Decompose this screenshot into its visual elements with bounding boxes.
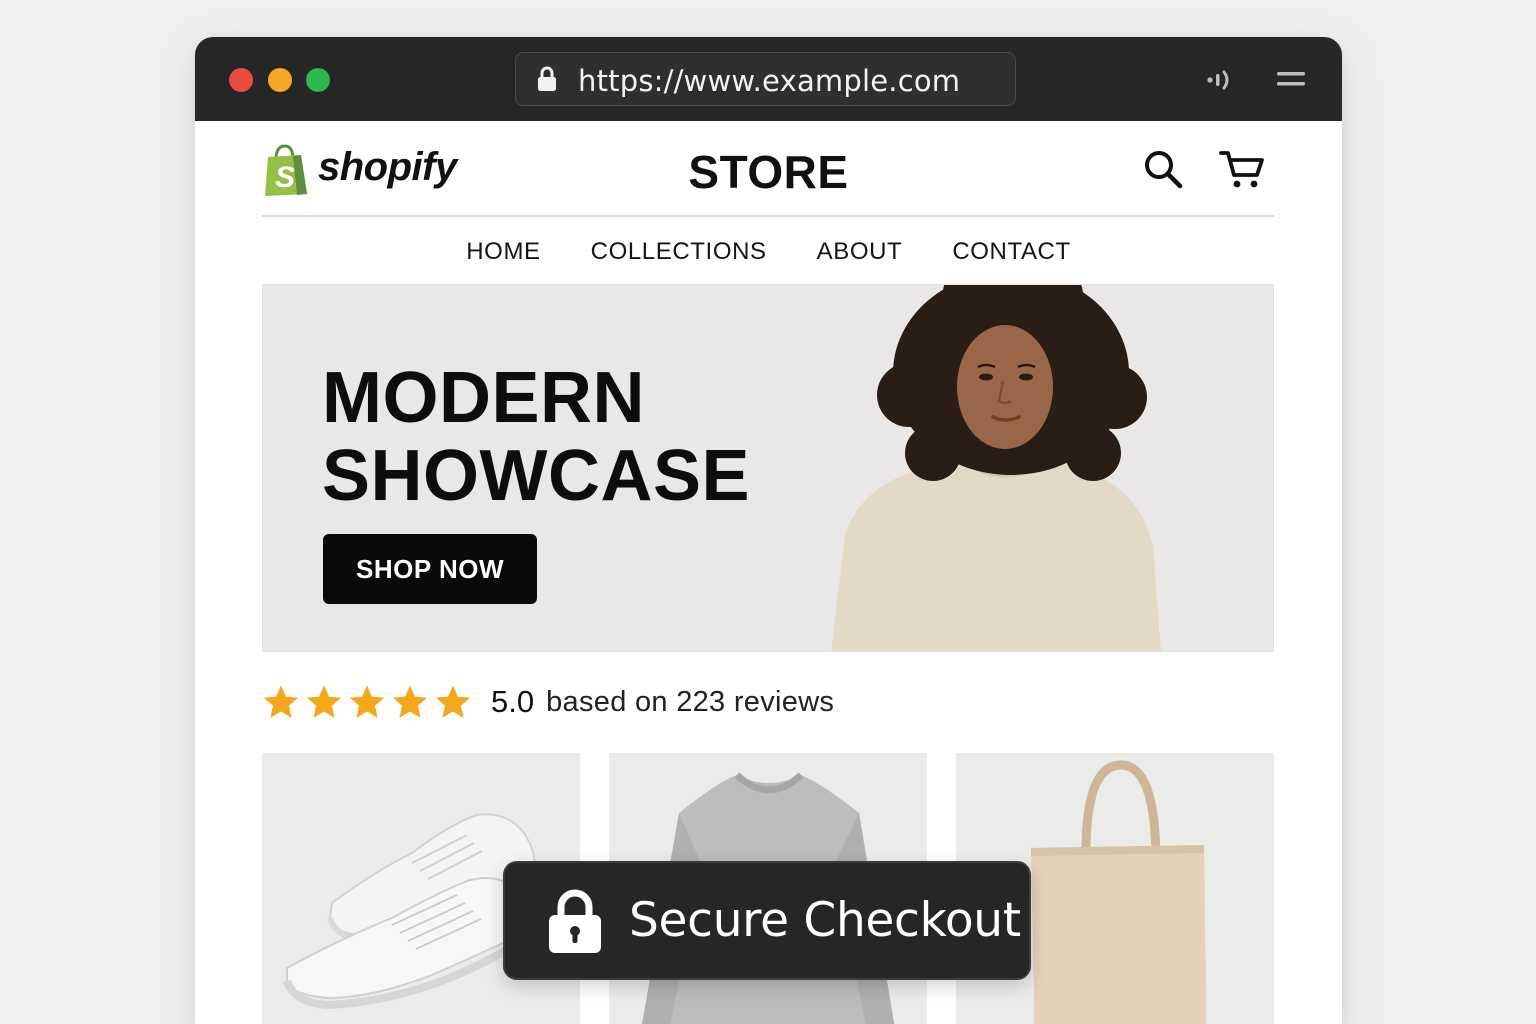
minimize-window-button[interactable]: [268, 68, 292, 92]
secure-checkout-badge[interactable]: Secure Checkout: [503, 861, 1031, 980]
rating-score: 5.0: [491, 684, 535, 719]
star-icon: [263, 685, 299, 718]
browser-titlebar: https://www.example.com: [195, 37, 1342, 121]
rating-summary: 5.0 based on 223 reviews: [262, 677, 834, 727]
header-divider: [262, 215, 1274, 217]
search-icon[interactable]: [1143, 149, 1183, 189]
star-icon: [435, 685, 471, 718]
nav-item-collections[interactable]: COLLECTIONS: [566, 235, 792, 269]
nav-item-about[interactable]: ABOUT: [792, 235, 928, 269]
star-icon: [306, 685, 342, 718]
address-bar-url: https://www.example.com: [578, 64, 961, 98]
hero-model-image: [831, 285, 1161, 651]
shop-now-button[interactable]: SHOP NOW: [323, 534, 537, 604]
hero-title-line-1: MODERN: [322, 358, 645, 438]
secure-checkout-label: Secure Checkout: [629, 893, 1021, 948]
nav-item-contact[interactable]: CONTACT: [927, 235, 1095, 269]
audio-icon[interactable]: [1205, 67, 1233, 93]
menu-icon[interactable]: [1277, 69, 1305, 89]
close-window-button[interactable]: [229, 68, 253, 92]
hero-banner: MODERN SHOWCASE SHOP NOW: [262, 284, 1274, 652]
maximize-window-button[interactable]: [306, 68, 330, 92]
main-navigation: HOME COLLECTIONS ABOUT CONTACT: [195, 235, 1342, 269]
hero-title-line-2: SHOWCASE: [322, 436, 751, 516]
star-icon: [349, 685, 385, 718]
rating-review-count[interactable]: based on 223 reviews: [546, 686, 834, 719]
store-header: S shopify STORE: [195, 121, 1342, 221]
lock-icon: [549, 889, 601, 953]
nav-item-home[interactable]: HOME: [441, 235, 565, 269]
star-icon: [392, 685, 428, 718]
hero-title: MODERN SHOWCASE: [322, 359, 750, 515]
lock-icon: [538, 66, 556, 91]
cart-icon[interactable]: [1219, 149, 1265, 189]
address-bar[interactable]: https://www.example.com: [515, 52, 1016, 106]
